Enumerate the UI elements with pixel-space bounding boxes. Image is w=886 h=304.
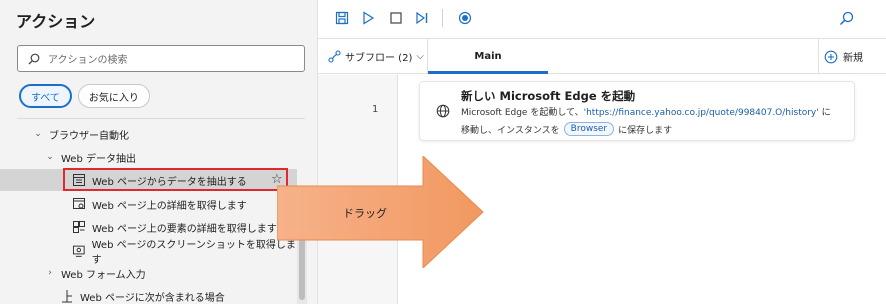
step-desc-suffix: に <box>818 108 831 118</box>
tab-main[interactable]: Main <box>428 38 548 74</box>
add-circle-icon <box>824 50 838 63</box>
chevron-down-icon: ⌵ <box>416 51 424 62</box>
search-icon[interactable] <box>838 10 854 26</box>
actions-panel: アクション アクションの検索 すべて お気に入り ⌄ ブラウザー自動化 ⌄ We… <box>0 0 318 304</box>
step-icon[interactable] <box>414 10 430 26</box>
chevron-down-icon: ⌄ <box>46 152 54 162</box>
step-desc-line2-prefix: 移動し、インスタンスを <box>461 125 560 136</box>
selection-highlight <box>63 168 288 191</box>
step-description-line1: Microsoft Edge を起動して、'https://finance.ya… <box>461 105 831 118</box>
tree-group-browser-automation[interactable]: ⌄ ブラウザー自動化 <box>0 123 300 145</box>
tab-separator <box>818 38 819 74</box>
search-input[interactable]: アクションの検索 <box>17 45 305 72</box>
tree-group-label: ブラウザー自動化 <box>49 130 129 142</box>
tree-group-web-form-input[interactable]: › Web フォーム入力 <box>0 262 300 284</box>
active-tab-indicator <box>428 71 548 74</box>
globe-icon <box>436 104 450 118</box>
subflow-label: サブフロー (2) <box>345 53 413 64</box>
toolbar-separator <box>442 9 443 27</box>
step-title: 新しい Microsoft Edge を起動 <box>461 89 636 103</box>
tree-group-label: Web フォーム入力 <box>61 269 146 281</box>
new-label: 新規 <box>843 53 863 64</box>
tree-item-screenshot[interactable]: Web ページのスクリーンショットを取得します <box>0 240 300 266</box>
subflow-dropdown[interactable]: サブフロー (2) ⌵ <box>328 49 424 64</box>
page-details-icon <box>73 198 85 209</box>
branch-icon <box>62 290 72 303</box>
tree-item-label: Web ページに次が含まれる場合 <box>80 292 225 304</box>
tree-item-label: Web ページ上の要素の詳細を取得します <box>92 223 277 235</box>
screenshot-icon <box>72 245 85 257</box>
panel-title: アクション <box>16 12 96 31</box>
subflow-icon <box>328 50 341 63</box>
search-placeholder: アクションの検索 <box>48 55 128 66</box>
search-icon <box>28 53 40 64</box>
step-description-line2: 移動し、インスタンスを Browser に保存します <box>461 122 672 136</box>
new-subflow-button[interactable]: 新規 <box>824 49 863 64</box>
tree-item-element-details[interactable]: Web ページ上の要素の詳細を取得します <box>0 216 300 238</box>
stop-icon[interactable] <box>388 10 404 26</box>
drag-label: ドラッグ <box>343 207 387 220</box>
record-icon[interactable] <box>457 10 473 26</box>
filter-favorites-chip[interactable]: お気に入り <box>77 84 150 108</box>
chevron-right-icon: › <box>48 268 52 278</box>
step-desc-prefix: Microsoft Edge を起動して、 <box>461 108 584 118</box>
element-details-icon <box>73 221 85 233</box>
step-desc-line2-suffix: に保存します <box>618 125 673 136</box>
tree-item-web-contains[interactable]: Web ページに次が含まれる場合 <box>0 285 300 304</box>
tree-group-web-data-extraction[interactable]: ⌄ Web データ抽出 <box>0 146 300 168</box>
variable-badge[interactable]: Browser <box>563 122 615 136</box>
step-url: 'https://finance.yahoo.co.jp/quote/99840… <box>583 108 819 118</box>
step-number: 1 <box>372 104 379 115</box>
save-icon[interactable] <box>334 10 350 26</box>
tree-group-label: Web データ抽出 <box>61 153 136 165</box>
flow-step-card[interactable]: 新しい Microsoft Edge を起動 Microsoft Edge を起… <box>419 81 855 141</box>
tree-item-label: Web ページ上の詳細を取得します <box>92 200 247 212</box>
filter-all-chip[interactable]: すべて <box>19 84 72 108</box>
divider <box>17 118 305 119</box>
run-icon[interactable] <box>360 10 376 26</box>
tree-item-page-details[interactable]: Web ページ上の詳細を取得します <box>0 193 300 215</box>
chevron-down-icon: ⌄ <box>34 129 42 139</box>
